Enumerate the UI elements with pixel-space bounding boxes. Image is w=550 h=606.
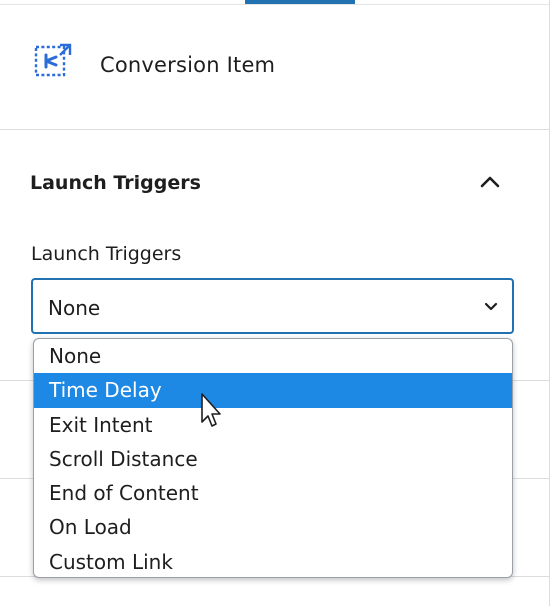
option-time-delay[interactable]: Time Delay [34,373,512,408]
option-end-of-content[interactable]: End of Content [34,476,512,510]
option-custom-link[interactable]: Custom Link [34,545,512,577]
section-title: Launch Triggers [30,172,201,194]
option-on-load[interactable]: On Load [34,510,512,544]
block-settings-panel: Conversion Item Launch Triggers Launch T… [0,0,550,606]
chevron-up-icon[interactable] [478,170,502,194]
block-title: Conversion Item [100,53,276,77]
launch-triggers-label: Launch Triggers [31,243,182,265]
block-card: Conversion Item [0,5,550,130]
option-exit-intent[interactable]: Exit Intent [34,408,512,442]
launch-triggers-panel-toggle[interactable]: Launch Triggers [0,130,550,230]
conversion-item-icon [30,39,74,83]
option-none[interactable]: None [34,339,512,373]
select-value: None [48,296,101,320]
launch-triggers-select[interactable]: None [31,278,514,334]
launch-triggers-dropdown[interactable]: None Time Delay Exit Intent Scroll Dista… [33,338,513,578]
option-scroll-distance[interactable]: Scroll Distance [34,442,512,476]
chevron-down-icon [482,297,500,315]
